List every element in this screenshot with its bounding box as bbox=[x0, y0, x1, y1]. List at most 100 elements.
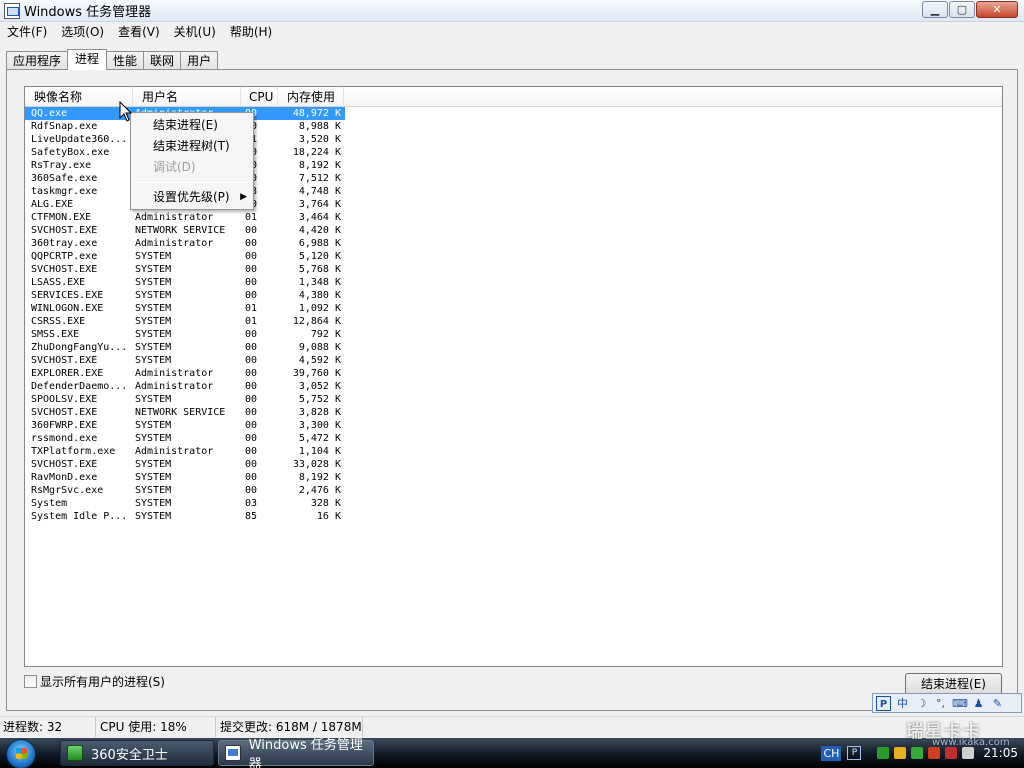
process-mem-cell: 5,472 K bbox=[298, 433, 341, 444]
taskbar-task-manager[interactable]: Windows 任务管理器 bbox=[218, 738, 374, 768]
show-all-users-checkbox[interactable] bbox=[24, 675, 37, 688]
process-row[interactable]: 360tray.exe Administrator 00 6,988 K bbox=[25, 237, 1002, 250]
process-cpu-cell: 00 bbox=[245, 381, 258, 392]
process-row[interactable]: RavMonD.exe SYSTEM 00 8,192 K bbox=[25, 471, 1002, 484]
tab-applications[interactable]: 应用程序 bbox=[6, 51, 69, 70]
tab-users[interactable]: 用户 bbox=[180, 51, 219, 70]
process-name-cell: WINLOGON.EXE bbox=[31, 303, 104, 314]
shield-icon bbox=[67, 745, 83, 761]
menu-file[interactable]: 文件(F) bbox=[0, 22, 54, 43]
process-name-cell: System bbox=[31, 498, 68, 509]
process-row[interactable]: CSRSS.EXE SYSTEM 01 12,864 K bbox=[25, 315, 1002, 328]
process-user-cell: SYSTEM bbox=[135, 316, 172, 327]
minimize-button[interactable]: ▁ bbox=[922, 1, 948, 18]
process-row[interactable]: CTFMON.EXE Administrator 01 3,464 K bbox=[25, 211, 1002, 224]
process-row[interactable]: SVCHOST.EXE SYSTEM 00 5,768 K bbox=[25, 263, 1002, 276]
volume-icon[interactable] bbox=[962, 747, 975, 759]
taskbar: 360安全卫士 Windows 任务管理器 CH P 21:05 bbox=[0, 738, 1024, 768]
ctx-end-process-tree[interactable]: 结束进程树(T) bbox=[131, 136, 253, 157]
process-row[interactable]: SPOOLSV.EXE SYSTEM 00 5,752 K bbox=[25, 393, 1002, 406]
process-name-cell: System Idle P... bbox=[31, 511, 128, 522]
show-all-users[interactable]: 显示所有用户的进程(S) bbox=[24, 673, 165, 690]
clock[interactable]: 21:05 bbox=[983, 746, 1018, 760]
process-cpu-cell: 00 bbox=[245, 368, 258, 379]
process-row[interactable]: SMSS.EXE SYSTEM 00 792 K bbox=[25, 328, 1002, 341]
process-user-cell: Administrator bbox=[135, 238, 214, 249]
process-row[interactable]: SERVICES.EXE SYSTEM 00 4,380 K bbox=[25, 289, 1002, 302]
process-name-cell: 360Safe.exe bbox=[31, 173, 98, 184]
tab-performance[interactable]: 性能 bbox=[106, 51, 145, 70]
process-name-cell: RavMonD.exe bbox=[31, 472, 98, 483]
process-row[interactable]: QQPCRTP.exe SYSTEM 00 5,120 K bbox=[25, 250, 1002, 263]
process-mem-cell: 1,348 K bbox=[298, 277, 341, 288]
ime-chinese-toggle[interactable]: 中 bbox=[895, 696, 910, 711]
process-row[interactable]: RsMgrSvc.exe SYSTEM 00 2,476 K bbox=[25, 484, 1002, 497]
process-name-cell: SafetyBox.exe bbox=[31, 147, 110, 158]
process-row[interactable]: SVCHOST.EXE NETWORK SERVICE 00 3,828 K bbox=[25, 406, 1002, 419]
start-button[interactable] bbox=[0, 738, 44, 768]
qq-tray-icon[interactable] bbox=[945, 747, 958, 759]
process-user-cell: NETWORK SERVICE bbox=[135, 225, 226, 236]
antivirus-tray-icon[interactable] bbox=[928, 747, 941, 759]
taskbar-360-safeguard[interactable]: 360安全卫士 bbox=[60, 740, 214, 766]
ctx-end-process[interactable]: 结束进程(E) bbox=[131, 115, 253, 136]
process-row[interactable]: LSASS.EXE SYSTEM 00 1,348 K bbox=[25, 276, 1002, 289]
process-row[interactable]: SVCHOST.EXE SYSTEM 00 4,592 K bbox=[25, 354, 1002, 367]
process-mem-cell: 4,748 K bbox=[298, 186, 341, 197]
process-row[interactable]: rssmond.exe SYSTEM 00 5,472 K bbox=[25, 432, 1002, 445]
ime-user-icon[interactable]: ♟ bbox=[971, 696, 986, 711]
process-row[interactable]: WINLOGON.EXE SYSTEM 01 1,092 K bbox=[25, 302, 1002, 315]
process-row[interactable]: System SYSTEM 03 328 K bbox=[25, 497, 1002, 510]
process-row[interactable]: DefenderDaemo... Administrator 00 3,052 K bbox=[25, 380, 1002, 393]
ime-punctuation-icon[interactable]: °, bbox=[933, 696, 948, 711]
column-image-name[interactable]: 映像名称 bbox=[25, 87, 133, 107]
ime-tray-icon[interactable]: P bbox=[847, 746, 862, 760]
tab-networking[interactable]: 联网 bbox=[143, 51, 182, 70]
language-indicator[interactable]: CH bbox=[821, 745, 842, 761]
process-user-cell: SYSTEM bbox=[135, 355, 172, 366]
process-mem-cell: 3,300 K bbox=[298, 420, 341, 431]
ctx-set-priority[interactable]: 设置优先级(P) ▶ bbox=[131, 187, 253, 208]
security-tray-icon[interactable] bbox=[894, 747, 907, 759]
shield-tray-icon[interactable] bbox=[911, 747, 924, 759]
menu-help[interactable]: 帮助(H) bbox=[223, 22, 279, 43]
process-row[interactable]: System Idle P... SYSTEM 85 16 K bbox=[25, 510, 1002, 523]
title-bar[interactable]: Windows 任务管理器 ▁ ▢ ✕ bbox=[0, 0, 1024, 22]
process-mem-cell: 3,464 K bbox=[298, 212, 341, 223]
menu-shutdown[interactable]: 关机(U) bbox=[167, 22, 223, 43]
process-row[interactable]: SVCHOST.EXE NETWORK SERVICE 00 4,420 K bbox=[25, 224, 1002, 237]
close-button[interactable]: ✕ bbox=[976, 1, 1018, 18]
end-process-button[interactable]: 结束进程(E) bbox=[905, 673, 1002, 695]
process-row[interactable]: SVCHOST.EXE SYSTEM 00 33,028 K bbox=[25, 458, 1002, 471]
process-row[interactable]: 360FWRP.EXE SYSTEM 00 3,300 K bbox=[25, 419, 1002, 432]
process-name-cell: SPOOLSV.EXE bbox=[31, 394, 98, 405]
process-row[interactable]: TXPlatform.exe Administrator 00 1,104 K bbox=[25, 445, 1002, 458]
tab-processes[interactable]: 进程 bbox=[67, 49, 108, 70]
process-cpu-cell: 03 bbox=[245, 498, 258, 509]
maximize-button[interactable]: ▢ bbox=[949, 1, 975, 18]
column-user-name[interactable]: 用户名 bbox=[133, 87, 241, 107]
ime-keyboard-icon[interactable]: ⌨ bbox=[952, 696, 968, 711]
process-name-cell: EXPLORER.EXE bbox=[31, 368, 104, 379]
process-mem-cell: 5,120 K bbox=[298, 251, 341, 262]
watermark-url: www.ikaka.com bbox=[932, 737, 1010, 748]
process-user-cell: SYSTEM bbox=[135, 290, 172, 301]
network-icon[interactable] bbox=[877, 747, 890, 759]
menu-view[interactable]: 查看(V) bbox=[111, 22, 167, 43]
process-user-cell: SYSTEM bbox=[135, 420, 172, 431]
process-cpu-cell: 00 bbox=[245, 342, 258, 353]
ime-mode-icon[interactable]: P bbox=[876, 695, 891, 711]
process-row[interactable]: ZhuDongFangYu... SYSTEM 00 9,088 K bbox=[25, 341, 1002, 354]
process-name-cell: RdfSnap.exe bbox=[31, 121, 98, 132]
process-mem-cell: 12,864 K bbox=[292, 316, 341, 327]
process-mem-cell: 6,988 K bbox=[298, 238, 341, 249]
ime-wrench-icon[interactable]: ✎ bbox=[990, 696, 1005, 711]
process-cpu-cell: 00 bbox=[245, 264, 258, 275]
process-user-cell: SYSTEM bbox=[135, 511, 172, 522]
process-name-cell: QQPCRTP.exe bbox=[31, 251, 98, 262]
ime-moon-icon[interactable]: ☽ bbox=[914, 696, 929, 711]
column-memory[interactable]: 内存使用 bbox=[278, 87, 344, 107]
menu-options[interactable]: 选项(O) bbox=[54, 22, 111, 43]
process-row[interactable]: EXPLORER.EXE Administrator 00 39,760 K bbox=[25, 367, 1002, 380]
column-cpu[interactable]: CPU bbox=[241, 87, 278, 107]
